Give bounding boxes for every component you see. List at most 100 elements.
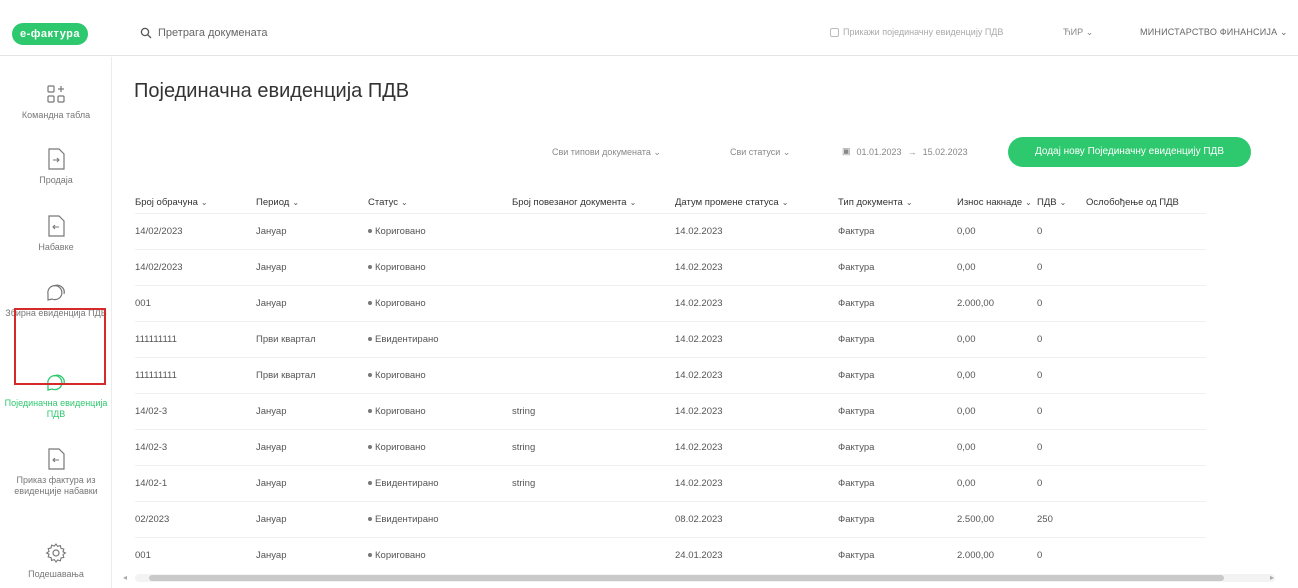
table-cell: Јануар [256,225,287,237]
table-cell: 14.02.2023 [675,297,723,309]
sidebar-item-label: Подешавања [28,569,84,579]
table-cell: 0,00 [957,225,976,237]
column-header[interactable]: Статус ⌄ [368,193,512,213]
chevron-down-icon: ⌄ [905,198,913,208]
table-row[interactable]: 001 Јануар Коригованo 14.02.2023 Фактура 2.00… [135,285,1206,321]
vat-records-table: Број обрачуна ⌄ Период ⌄ Статус ⌄ Број пове… [135,193,1206,573]
document-out-icon [48,148,65,170]
calendar-icon: ▣ [842,146,851,156]
scroll-left-arrow[interactable]: ◂ [123,573,127,582]
search-icon [140,27,152,39]
column-header[interactable]: Износ накнаде ⌄ [957,193,1037,213]
status-dot-icon [368,480,372,485]
table-cell: 2.500,00 [957,513,994,525]
column-header[interactable]: Период ⌄ [256,193,368,213]
table-row[interactable]: 111111111 Први квартал Евидентирано 14.02.2… [135,321,1206,357]
column-header[interactable]: ПДВ ⌄ [1037,193,1086,213]
document-in-icon [48,215,65,237]
table-cell [1086,465,1206,501]
document-type-filter[interactable]: Сви типови докумената ⌄ [552,147,661,158]
table-row[interactable]: 14/02-3 Јануар Коригованo string 14.02.2023 Ф… [135,429,1206,465]
document-in-icon [48,448,65,470]
status-text: Коригованo [375,225,426,237]
table-cell [1086,321,1206,357]
sidebar-item-invoice-view[interactable]: Приказ фактура из евиденције набавки [0,447,112,497]
table-row[interactable]: 02/2023 Јануар Евидентирано 08.02.2023 Факту… [135,501,1206,537]
table-row[interactable]: 14/02/2023 Јануар Коригованo 14.02.2023 Факт… [135,249,1206,285]
table-cell: 250 [1037,513,1053,525]
status-dot-icon [368,516,372,521]
table-cell: Јануар [256,405,287,417]
active-item-highlight [14,308,106,385]
table-cell: 0 [1037,333,1043,345]
column-header[interactable]: Ослобођење од ПДВ [1086,193,1206,213]
table-cell: 0 [1037,261,1043,273]
table-row[interactable]: 001 Јануар Коригованo 24.01.2023 Фактура 2.00… [135,537,1206,573]
column-header[interactable]: Број обрачуна ⌄ [135,193,256,213]
table-cell: Коригованo [368,537,512,573]
scrollbar-thumb[interactable] [149,575,1224,581]
table-cell: Коригованo [368,249,512,285]
sidebar-item-sales[interactable]: Продаја [0,147,112,186]
organization-select[interactable]: МИНИСТАРСТВО ФИНАНСИЈА ⌄ [1140,27,1288,38]
horizontal-scrollbar[interactable] [135,574,1275,582]
date-range-filter[interactable]: ▣ 01.01.2023 → 15.02.2023 [842,146,968,157]
sidebar-item-label: Продаја [39,175,73,185]
gear-icon [45,543,67,563]
table-cell: 111111111 [135,333,177,345]
status-text: Коригованo [375,261,426,273]
sidebar-item-dashboard[interactable]: Командна табла [0,82,112,121]
chevron-down-icon: ⌄ [1059,198,1067,208]
chevron-down-icon: ⌄ [1025,198,1032,208]
search-box[interactable]: Претрага докумената [140,27,268,39]
table-cell: 14.02.2023 [675,477,723,489]
table-cell: Фактура [838,261,875,273]
table-cell: Коригованo [368,285,512,321]
table-cell: Евидентирано [368,321,512,357]
column-header[interactable]: Број повезаног документа ⌄ [512,193,675,213]
app-logo[interactable]: е-фактура [12,23,88,45]
status-dot-icon [368,336,372,341]
table-cell: Јануар [256,297,287,309]
table-row[interactable]: 14/02-3 Јануар Коригованo string 14.02.2023 Ф… [135,393,1206,429]
sidebar-item-purchases[interactable]: Набавке [0,214,112,253]
table-cell: Евидентирано [368,501,512,537]
checkbox-icon[interactable] [830,27,839,37]
table-cell [1086,429,1206,465]
show-individual-checkbox[interactable]: Прикажи појединачну евиденцију ПДВ [830,27,1003,37]
status-text: Евидентирано [375,513,439,525]
table-cell: 14.02.2023 [675,333,723,345]
status-text: Евидентирано [375,477,439,489]
table-row[interactable]: 111111111 Први квартал Коригованo 14.02.202… [135,357,1206,393]
table-cell: 0,00 [957,369,976,381]
table-row[interactable]: 14/02/2023 Јануар Коригованo 14.02.2023 Факт… [135,213,1206,249]
table-cell: 0,00 [957,477,976,489]
language-label: ЋИР [1063,27,1084,37]
column-header[interactable]: Датум промене статуса ⌄ [675,193,838,213]
table-cell: Фактура [838,477,875,489]
table-cell: Фактура [838,405,875,417]
chevron-down-icon: ⌄ [782,147,791,157]
chevron-down-icon: ⌄ [1085,27,1094,37]
status-dot-icon [368,228,372,233]
arrow-right-icon: → [907,146,917,157]
status-filter[interactable]: Сви статуси ⌄ [730,147,790,158]
search-input[interactable]: Претрага докумената [158,27,268,39]
table-cell: Фактура [838,225,875,237]
language-select[interactable]: ЋИР ⌄ [1063,27,1093,38]
column-header[interactable]: Тип документа ⌄ [838,193,957,213]
sidebar-item-settings[interactable]: Подешавања [0,541,112,580]
table-row[interactable]: 14/02-1 Јануар Евидентирано string 14.02.202… [135,465,1206,501]
table-cell: 14/02-3 [135,441,168,453]
add-individual-vat-button[interactable]: Додај нову Појединачну евиденцију ПДВ [1008,137,1251,167]
table-cell: Први квартал [256,369,316,381]
table-cell [512,357,675,393]
chevron-down-icon: ⌄ [200,198,208,208]
table-cell: 14.02.2023 [675,369,723,381]
table-cell: Јануар [256,513,287,525]
table-cell: 0,00 [957,405,976,417]
scroll-right-arrow[interactable]: ▸ [1270,573,1274,582]
organization-label: МИНИСТАРСТВО ФИНАНСИЈА [1140,27,1278,37]
table-cell: 0 [1037,549,1043,561]
table-cell: Коригованo [368,213,512,249]
